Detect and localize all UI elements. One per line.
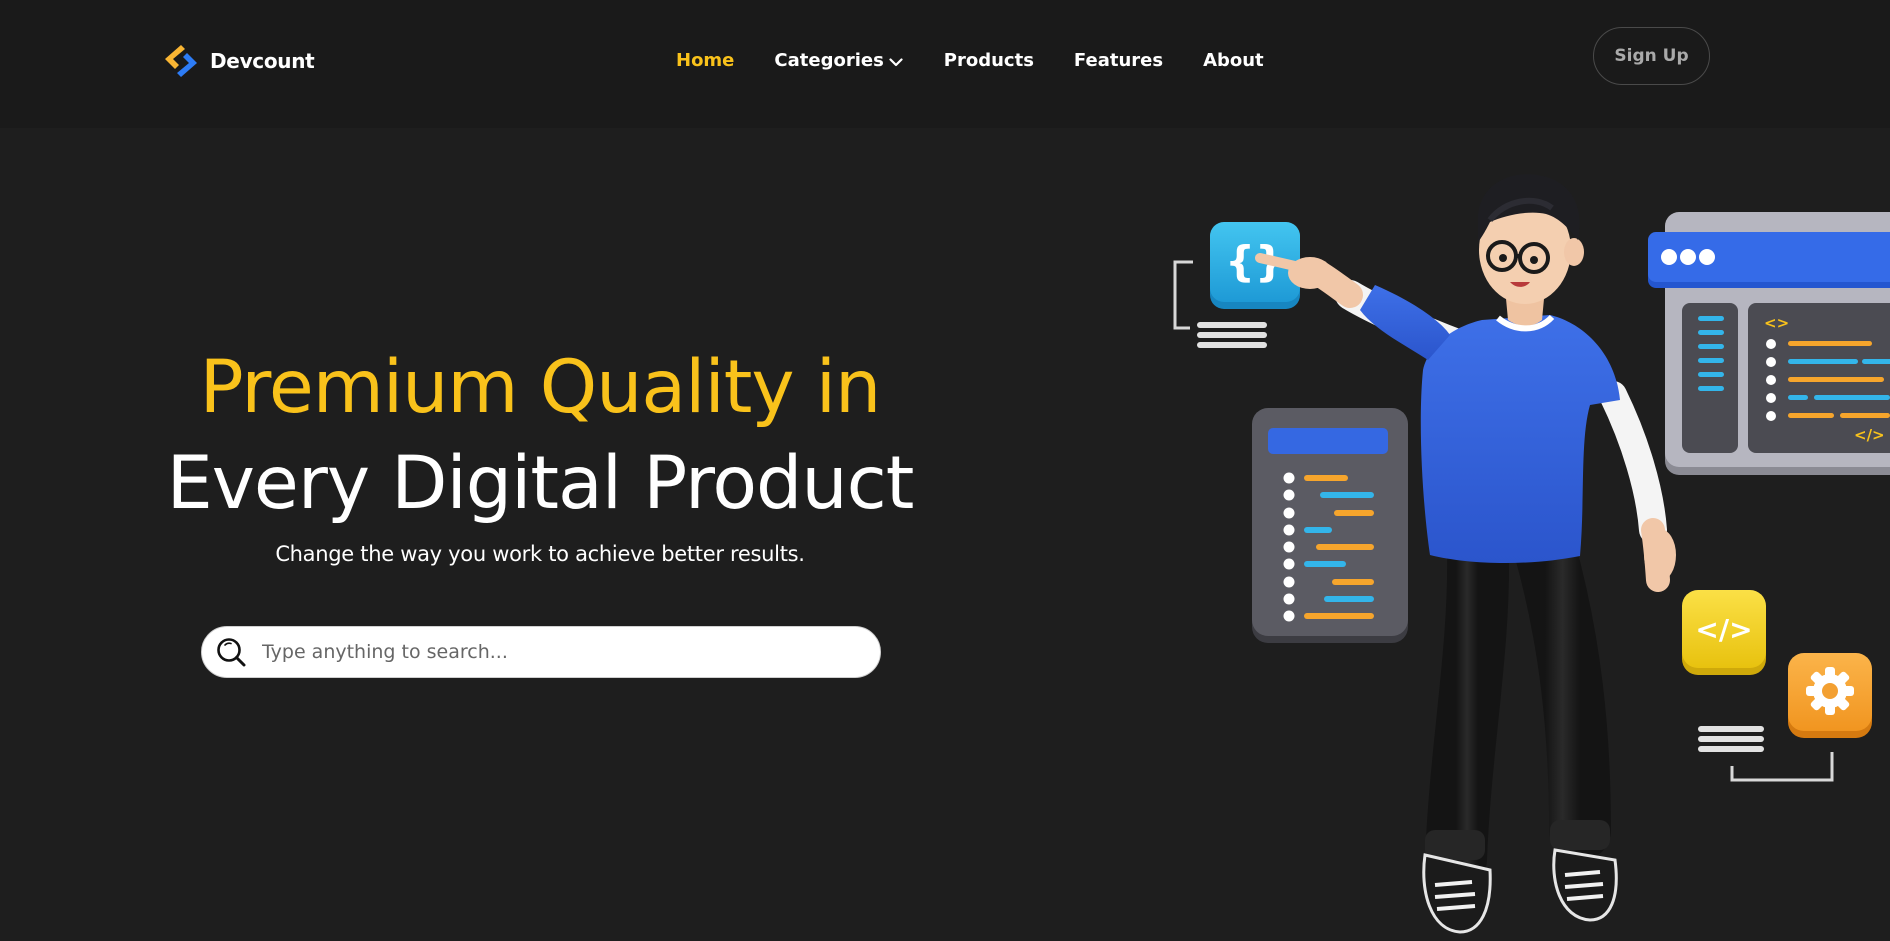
hero-title: Premium Quality in Every Digital Product <box>140 340 940 532</box>
nav-item-label: Categories <box>774 50 884 71</box>
nav-item-label: Features <box>1073 50 1164 71</box>
code-list-card <box>1252 408 1408 643</box>
browser-window: <> </> <box>1648 212 1890 475</box>
svg-text:</>: </> <box>1854 426 1885 444</box>
hero-illustration: {} <> </> </> <box>1173 174 1890 934</box>
nav-item-label: Home <box>676 50 735 71</box>
search-icon <box>217 638 246 667</box>
code-tag-icon: </> <box>1695 613 1752 646</box>
nav-item-about[interactable]: About <box>1203 50 1264 71</box>
hero-subtitle: Change the way you work to achieve bette… <box>275 542 805 566</box>
nav-item-categories[interactable]: Categories <box>774 50 903 71</box>
main-nav: Home Categories Products Features About <box>676 50 1264 71</box>
nav-item-label: About <box>1203 50 1264 71</box>
nav-item-home[interactable]: Home <box>676 50 734 71</box>
logo[interactable]: Devcount <box>160 40 315 82</box>
nav-item-products[interactable]: Products <box>944 50 1034 71</box>
hero-title-main: Every Digital Product <box>166 441 915 526</box>
svg-text:<>: <> <box>1764 314 1789 332</box>
nav-item-label: Products <box>943 50 1034 71</box>
search-input[interactable] <box>260 632 880 672</box>
signup-button[interactable]: Sign Up <box>1593 27 1710 85</box>
site-header: Devcount Home Categories Products Featur… <box>0 0 1890 128</box>
logo-text: Devcount <box>210 49 315 73</box>
nav-item-features[interactable]: Features <box>1074 50 1163 71</box>
chevron-down-icon <box>889 57 903 66</box>
gear-icon <box>1806 667 1854 715</box>
curly-braces-card: {} <box>1173 222 1300 348</box>
search-bar <box>201 626 881 678</box>
logo-mark-icon <box>165 45 197 77</box>
code-tag-card[interactable]: </> <box>1682 590 1766 675</box>
hero-title-highlight: Premium Quality in <box>199 345 882 430</box>
